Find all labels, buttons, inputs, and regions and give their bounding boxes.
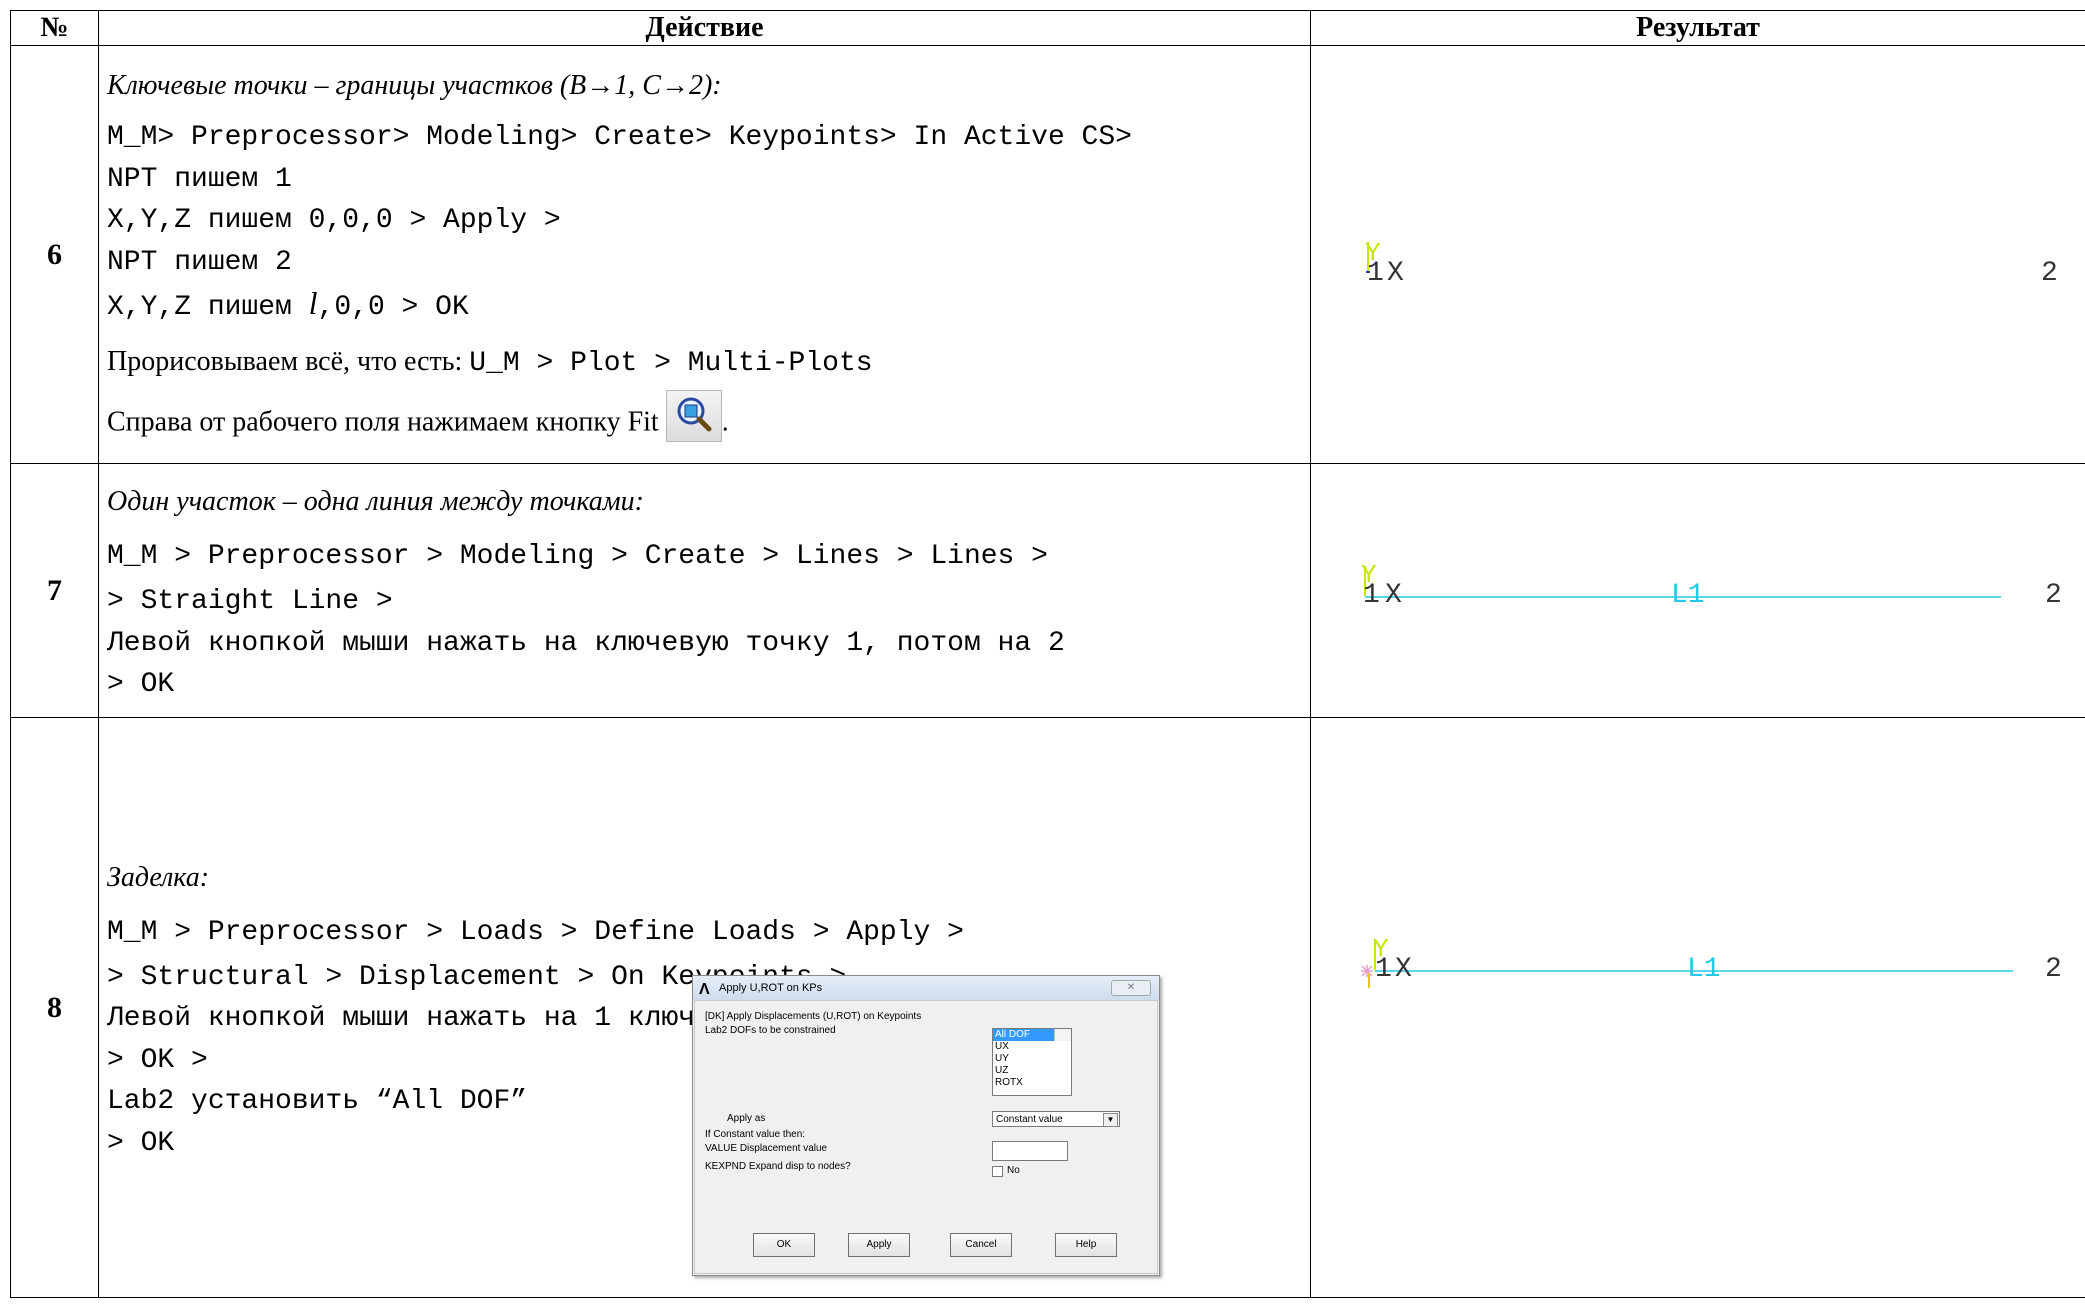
table-row: 6 Ключевые точки – границы участков (B→1…	[10, 45, 2085, 464]
dof-option[interactable]: UZ	[993, 1065, 1071, 1077]
line-label: L1	[1671, 580, 1705, 611]
ansys-logo-icon: Λ	[699, 981, 710, 998]
lab2-label: Lab2 DOFs to be constrained	[705, 1025, 836, 1036]
kexpnd-label: KEXPND Expand disp to nodes?	[705, 1161, 851, 1172]
constraint-symbol	[1361, 965, 1373, 977]
dof-option[interactable]: UX	[993, 1041, 1071, 1053]
line-label: L1	[1687, 954, 1721, 985]
header-result: Результат	[1310, 10, 2085, 46]
code-line: Левой кнопкой мыши нажать на ключевую то…	[107, 627, 1065, 659]
apply-as-value: Constant value	[996, 1114, 1063, 1125]
length-symbol: l	[308, 285, 318, 321]
table-row: 7 Один участок – одна линия между точкам…	[10, 463, 2085, 718]
apply-as-label: Apply as	[727, 1113, 766, 1124]
ok-button[interactable]: OK	[753, 1233, 815, 1257]
plot-text: Прорисовываем всё, что есть:	[107, 345, 470, 377]
code-line: NPT пишем 1	[107, 163, 292, 195]
listbox-scrollbar[interactable]	[1054, 1029, 1071, 1041]
header-row: № Действие Результат	[10, 10, 2085, 46]
expand-checkbox[interactable]	[992, 1166, 1003, 1177]
code-line: X,Y,Z пишем 0,0,0 > Apply >	[107, 205, 561, 236]
dialog-body: [DK] Apply Displacements (U,ROT) on Keyp…	[694, 1000, 1158, 1274]
code-line: X,Y,Z пишем l,0,0 > OK	[107, 283, 1310, 329]
displacement-value-input[interactable]	[992, 1141, 1068, 1161]
header-num: №	[10, 10, 99, 46]
action-cell: Ключевые точки – границы участков (B→1, …	[98, 45, 1311, 464]
fit-end: .	[721, 406, 729, 438]
close-icon[interactable]: ✕	[1111, 980, 1151, 996]
result-cell: Y 1 X L1 2	[1310, 463, 2085, 718]
header-action: Действие	[98, 10, 1311, 46]
dof-listbox[interactable]: All DOF UX UY UZ ROTX	[992, 1028, 1072, 1096]
keypoint-1-label: 1	[1363, 580, 1380, 611]
apply-urot-dialog: Λ Apply U,ROT on KPs ✕ [DK] Apply Displa…	[692, 975, 1160, 1276]
fit-button[interactable]	[665, 390, 722, 442]
keypoints-plot	[1366, 242, 1370, 273]
row-number: 8	[10, 717, 99, 1298]
action-cell: Один участок – одна линия между точками:…	[98, 463, 1311, 718]
keypoint-2-label: 2	[2041, 258, 2058, 289]
keypoint-2-label: 2	[2045, 954, 2062, 985]
row-number: 7	[10, 463, 99, 718]
code-text: ,0,0 > OK	[317, 292, 469, 323]
menu-path: M_M> Preprocessor> Modeling> Create> Key…	[107, 122, 1132, 153]
value-label: VALUE Displacement value	[705, 1143, 828, 1154]
no-label: No	[1007, 1165, 1020, 1176]
plot-path: U_M > Plot > Multi-Plots	[469, 347, 873, 379]
dialog-subtitle: [DK] Apply Displacements (U,ROT) on Keyp…	[705, 1011, 922, 1022]
row-number: 6	[10, 45, 99, 464]
apply-button[interactable]: Apply	[848, 1233, 910, 1257]
result-cell: Y 1 X 2	[1310, 45, 2085, 464]
keypoint-1-label: 1	[1367, 258, 1384, 289]
keypoint-1-label: 1	[1375, 954, 1392, 985]
fit-text: Справа от рабочего поля нажимаем кнопку …	[107, 406, 666, 438]
fit-instruction: Справа от рабочего поля нажимаем кнопку …	[107, 390, 1310, 450]
zoom-fit-icon	[677, 397, 712, 432]
plot-instruction: Прорисовываем всё, что есть: U_M > Plot …	[107, 341, 1310, 385]
if-constant-label: If Constant value then:	[705, 1129, 806, 1140]
menu-path: M_M > Preprocessor > Modeling > Create >…	[107, 541, 1048, 573]
dialog-title: Apply U,ROT on KPs	[719, 982, 823, 994]
step-title: Один участок – одна линия между точками:	[107, 486, 644, 518]
chevron-down-icon[interactable]: ▼	[1103, 1113, 1118, 1127]
x-axis-label: X	[1395, 954, 1412, 985]
dof-option[interactable]: UY	[993, 1053, 1071, 1065]
constraint-plot	[1361, 940, 2013, 988]
apply-as-select[interactable]: Constant value ▼	[992, 1111, 1120, 1127]
x-axis-label: X	[1387, 258, 1404, 289]
cancel-button[interactable]: Cancel	[950, 1233, 1012, 1257]
dialog-titlebar: Λ Apply U,ROT on KPs ✕	[693, 976, 1159, 1000]
result-cell: Y 1 X L1 2	[1310, 717, 2085, 1298]
code-line: > Straight Line >	[107, 586, 393, 618]
step-title: Ключевые точки – границы участков (B→1, …	[107, 70, 722, 101]
dof-option-selected[interactable]: All DOF	[993, 1029, 1057, 1041]
step-title: Заделка:	[107, 861, 210, 893]
dof-option[interactable]: ROTX	[993, 1077, 1071, 1089]
code-line: NPT пишем 2	[107, 246, 292, 278]
x-axis-label: X	[1385, 580, 1402, 611]
keypoint-2-label: 2	[2045, 580, 2062, 611]
code-text: X,Y,Z пишем	[107, 292, 309, 323]
code-line: > OK	[107, 669, 175, 701]
help-button[interactable]: Help	[1055, 1233, 1117, 1257]
menu-path: M_M > Preprocessor > Loads > Define Load…	[107, 916, 964, 948]
